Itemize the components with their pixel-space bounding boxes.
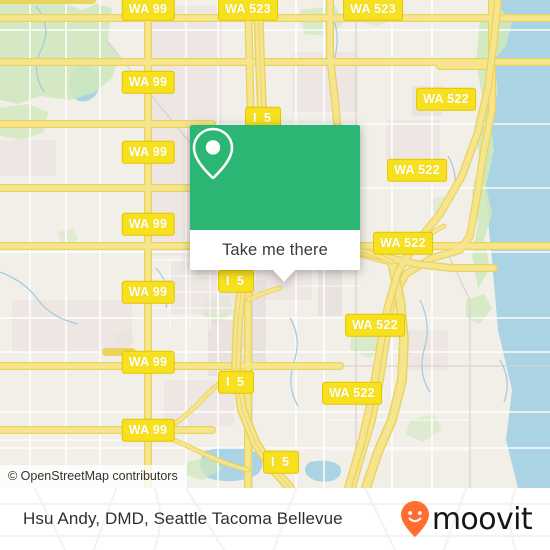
road-shield: WA 99: [121, 140, 175, 164]
road-shield: WA 99: [121, 280, 175, 304]
moovit-wordmark: moovit: [431, 502, 533, 537]
road-shield: WA 522: [322, 381, 382, 405]
road-shield: WA 522: [373, 231, 433, 255]
map-canvas[interactable]: WA 99 WA 523 WA 523 WA 99 WA 522 I 5 WA 99 WA 5…: [0, 0, 550, 488]
take-me-there-label: Take me there: [222, 240, 328, 259]
take-me-there-button[interactable]: Take me there: [190, 230, 360, 283]
map-screenshot: WA 99 WA 523 WA 523 WA 99 WA 522 I 5 WA 99 WA 5…: [0, 0, 550, 550]
road-shield: WA 99: [121, 418, 175, 442]
popup-header: [190, 125, 360, 230]
popup-tail: [272, 269, 296, 283]
road-shield: WA 99: [121, 212, 175, 236]
road-shield: WA 523: [343, 0, 403, 21]
map-pin-icon: [192, 127, 234, 179]
location-popup-card[interactable]: Take me there: [190, 125, 360, 283]
road-shield: I 5: [263, 450, 299, 474]
moovit-brand[interactable]: moovit: [400, 500, 533, 538]
road-shield: WA 522: [387, 158, 447, 182]
road-shield: WA 522: [416, 87, 476, 111]
moovit-smiley-pin-icon: [400, 501, 429, 537]
road-shield: I 5: [218, 370, 254, 394]
osm-attribution[interactable]: © OpenStreetMap contributors: [0, 465, 186, 488]
road-shield: WA 523: [218, 0, 278, 21]
road-shield: WA 99: [121, 350, 175, 374]
road-shield: I 5: [218, 269, 254, 293]
road-shield: WA 522: [345, 313, 405, 337]
place-title: Hsu Andy, DMD, Seattle Tacoma Bellevue: [23, 509, 343, 528]
footer-bar: Hsu Andy, DMD, Seattle Tacoma Bellevue m…: [0, 488, 550, 550]
road-shield: WA 99: [121, 0, 175, 21]
road-shield: WA 99: [121, 70, 175, 94]
